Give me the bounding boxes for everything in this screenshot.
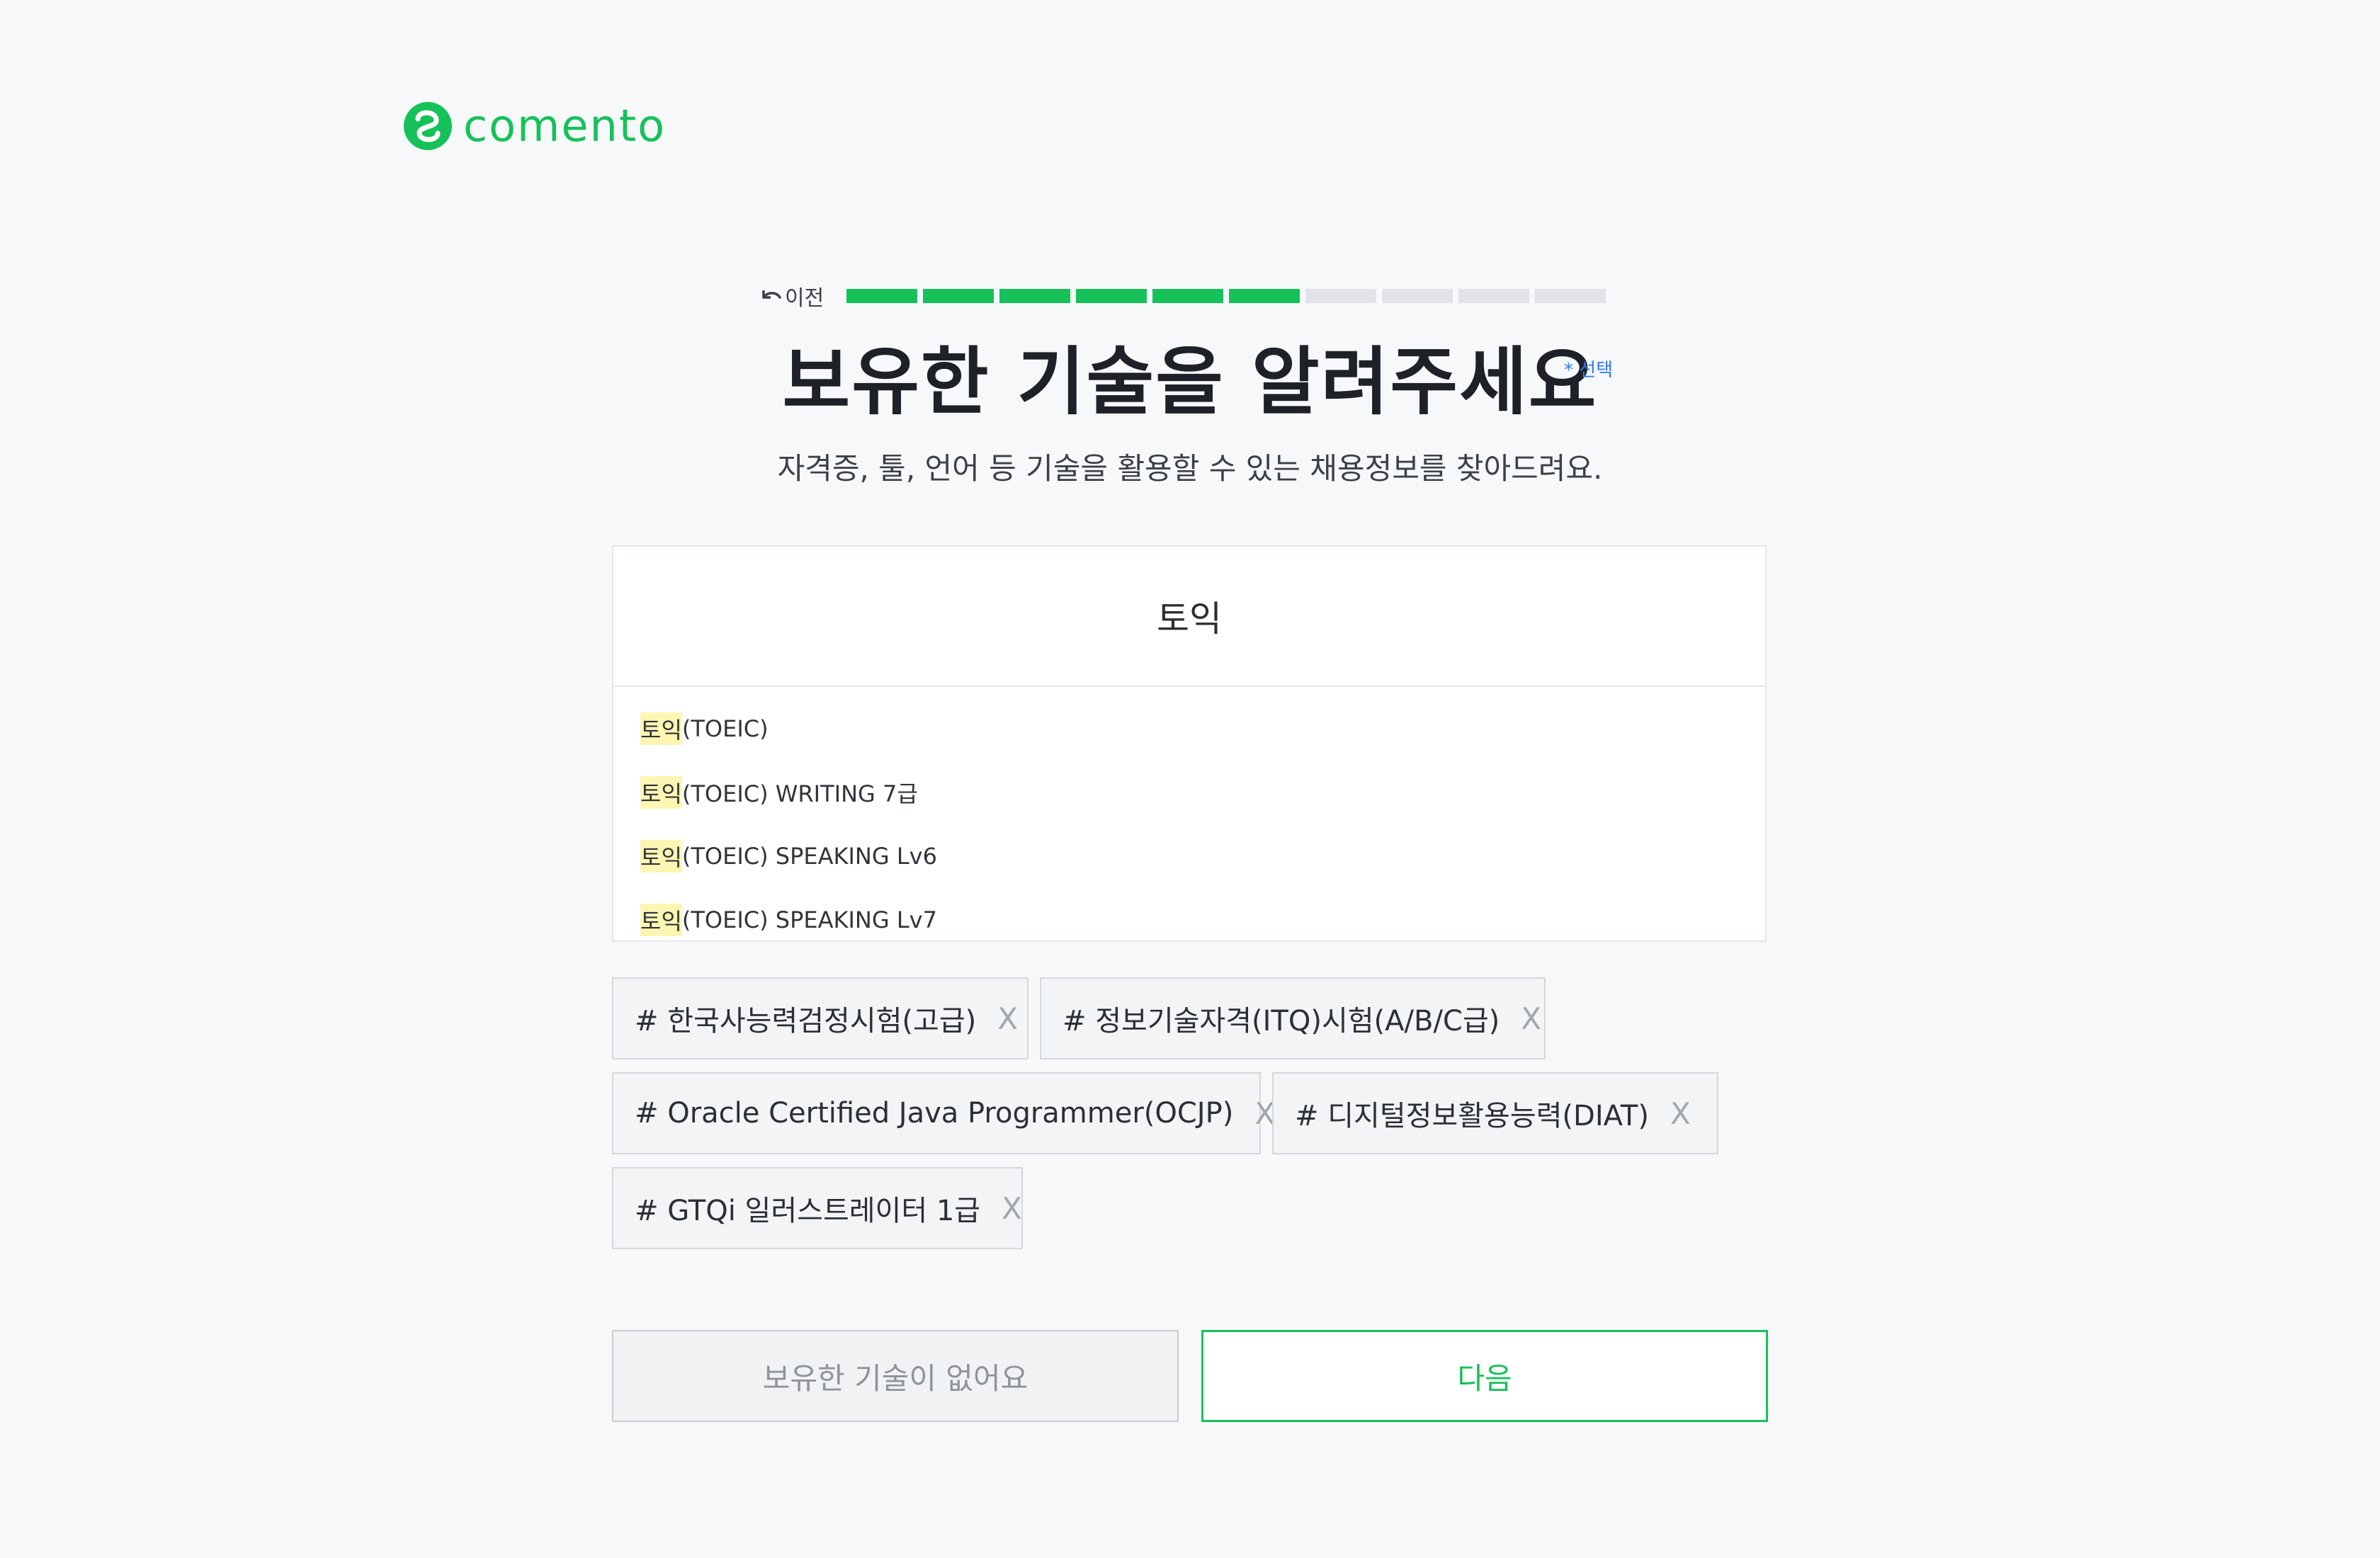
progress-step [923,289,994,303]
progress-bar [846,289,1606,303]
optional-badge: * 선택 [1564,360,1614,381]
comento-logo[interactable]: comento [402,101,666,152]
remove-tag-button[interactable]: X [1521,1001,1541,1036]
skill-tag: # GTQi 일러스트레이터 1급 X [612,1167,1023,1249]
progress-step [1076,289,1148,303]
skill-tag-label: # GTQi 일러스트레이터 1급 [635,1195,981,1227]
title-block: 보유한 기술을 알려주세요 [0,339,2380,425]
page-subtitle: 자격증, 툴, 언어 등 기술을 활용할 수 있는 채용정보를 찾아드려요. [777,451,1603,486]
logo-wordmark: comento [463,100,667,152]
skill-tag-label: # 정보기술자격(ITQ)시험(A/B/C급) [1062,1005,1500,1037]
no-skills-button[interactable]: 보유한 기술이 없어요 [612,1330,1179,1422]
back-button[interactable]: 이전 [759,279,824,313]
suggestion-item[interactable]: 토익 (TOEIC) [613,697,1765,761]
suggestion-label: (TOEIC) SPEAKING Lv7 [681,906,937,933]
back-label: 이전 [785,286,824,311]
suggestion-list: 토익 (TOEIC) 토익 (TOEIC) WRITING 7급 토익 (TOEIC) S… [613,687,1765,952]
progress-step [1535,289,1606,303]
progress-step [1458,289,1530,303]
remove-tag-button[interactable]: X [1002,1191,1022,1226]
skill-tag: # 한국사능력검정시험(고급) X [612,977,1028,1059]
suggestion-label: (TOEIC) [681,715,769,742]
skill-search-panel: 토익(TOEIC)토익(TOEIC) WRITING 7급토익(TOEIC) S… [612,545,1767,942]
suggestion-match-highlight: 토익 [640,904,682,936]
suggestion-label: (TOEIC) SPEAKING Lv6 [681,843,937,870]
next-button[interactable]: 다음 [1201,1330,1768,1422]
suggestion-match-highlight: 토익 [640,712,682,745]
page-title: 보유한 기술을 알려주세요 [782,339,1598,425]
progress-step [1152,289,1224,303]
progress-step [999,289,1071,303]
suggestion-match-highlight: 토익 [640,776,682,809]
progress-step [846,289,918,303]
skill-tag-label: # Oracle Certified Java Programmer(OCJP) [635,1097,1234,1130]
skill-search-input[interactable] [613,547,1765,687]
skill-tag: # 디지털정보활용능력(DIAT) X [1272,1072,1718,1154]
suggestion-match-highlight: 토익 [640,840,682,872]
suggestion-item[interactable]: 토익 (TOEIC) SPEAKING Lv6 [613,824,1765,888]
progress-step [1229,289,1300,303]
undo-arrow-icon [762,290,781,299]
suggestion-label: (TOEIC) WRITING 7급 [681,780,918,807]
skill-tag-label: # 한국사능력검정시험(고급) [635,1005,977,1037]
skill-tag: # 정보기술자격(ITQ)시험(A/B/C급) X [1040,977,1546,1059]
progress-step [1305,289,1377,303]
suggestion-item[interactable]: 토익 (TOEIC) SPEAKING Lv7 [613,888,1765,952]
progress-step [1382,289,1454,303]
skill-tag: # Oracle Certified Java Programmer(OCJP)… [612,1072,1275,1154]
comento-logo-icon [404,102,452,150]
skill-tag-label: # 디지털정보활용능력(DIAT) [1295,1100,1649,1132]
remove-tag-button[interactable]: X [997,1001,1018,1036]
suggestion-item[interactable]: 토익 (TOEIC) WRITING 7급 [613,761,1765,824]
remove-tag-button[interactable]: X [1670,1096,1691,1131]
progress-row: 이전 [759,279,1606,313]
